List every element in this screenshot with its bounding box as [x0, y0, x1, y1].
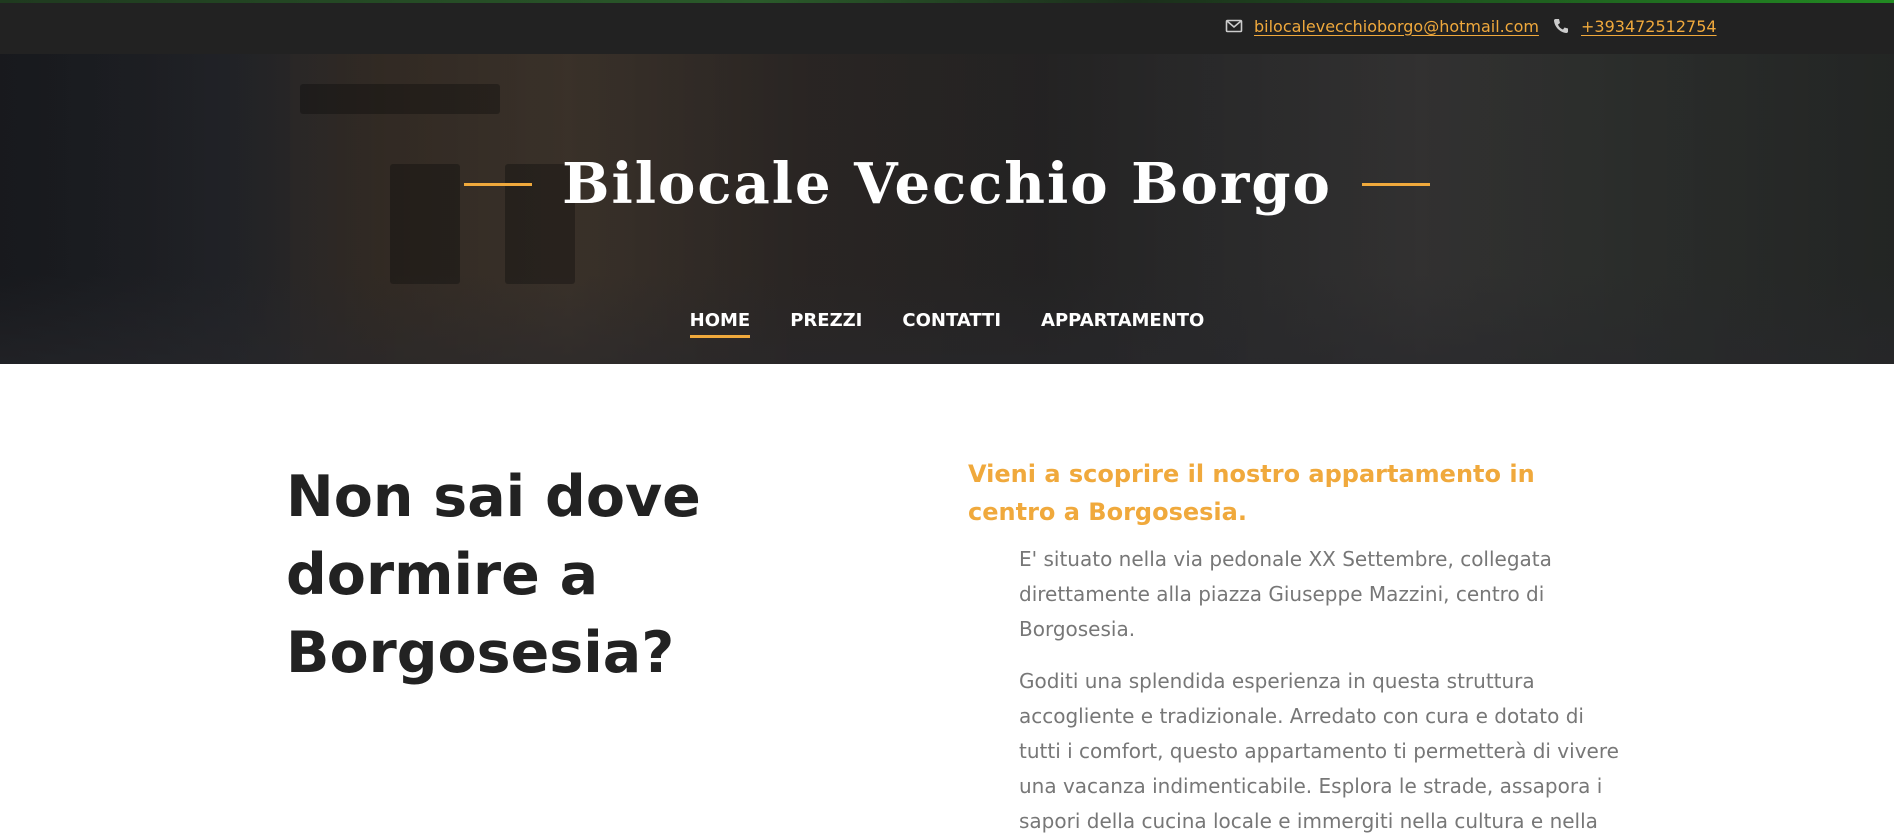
site-title-text: Bilocale Vecchio Borgo	[562, 151, 1332, 217]
nav-item-contatti[interactable]: CONTATTI	[902, 310, 1001, 338]
hero-banner: Bilocale Vecchio Borgo HOME PREZZI CONTA…	[0, 54, 1894, 364]
nav-item-home[interactable]: HOME	[689, 310, 751, 338]
contact-email: bilocalevecchioborgo@hotmail.com	[1224, 16, 1539, 36]
main-navigation: HOME PREZZI CONTATTI APPARTAMENTO	[0, 310, 1894, 338]
email-link[interactable]: bilocalevecchioborgo@hotmail.com	[1254, 17, 1539, 36]
phone-icon	[1551, 16, 1571, 36]
title-dash-right	[1361, 182, 1430, 186]
envelope-icon	[1224, 16, 1244, 36]
contact-phone: +393472512754	[1551, 16, 1717, 36]
hero-background-balcony	[300, 84, 500, 114]
intro-paragraph: E' situato nella via pedonale XX Settemb…	[1019, 547, 1552, 641]
page-heading: Non sai dove dormire a Borgosesia?	[286, 464, 701, 686]
intro-text: E' situato nella via pedonale XX Settemb…	[1019, 542, 1619, 837]
title-dash-left	[464, 182, 533, 186]
loading-progress-bar	[0, 0, 1894, 3]
intro-paragraph: Goditi una splendida esperienza in quest…	[1019, 669, 1619, 833]
phone-link[interactable]: +393472512754	[1581, 17, 1717, 36]
site-title: Bilocale Vecchio Borgo	[0, 144, 1894, 224]
nav-item-appartamento[interactable]: APPARTAMENTO	[1041, 310, 1204, 338]
top-contact-bar: bilocalevecchioborgo@hotmail.com +393472…	[0, 0, 1894, 54]
intro-subheading: Vieni a scoprire il nostro appartamento …	[968, 460, 1535, 526]
nav-item-prezzi[interactable]: PREZZI	[790, 310, 862, 338]
